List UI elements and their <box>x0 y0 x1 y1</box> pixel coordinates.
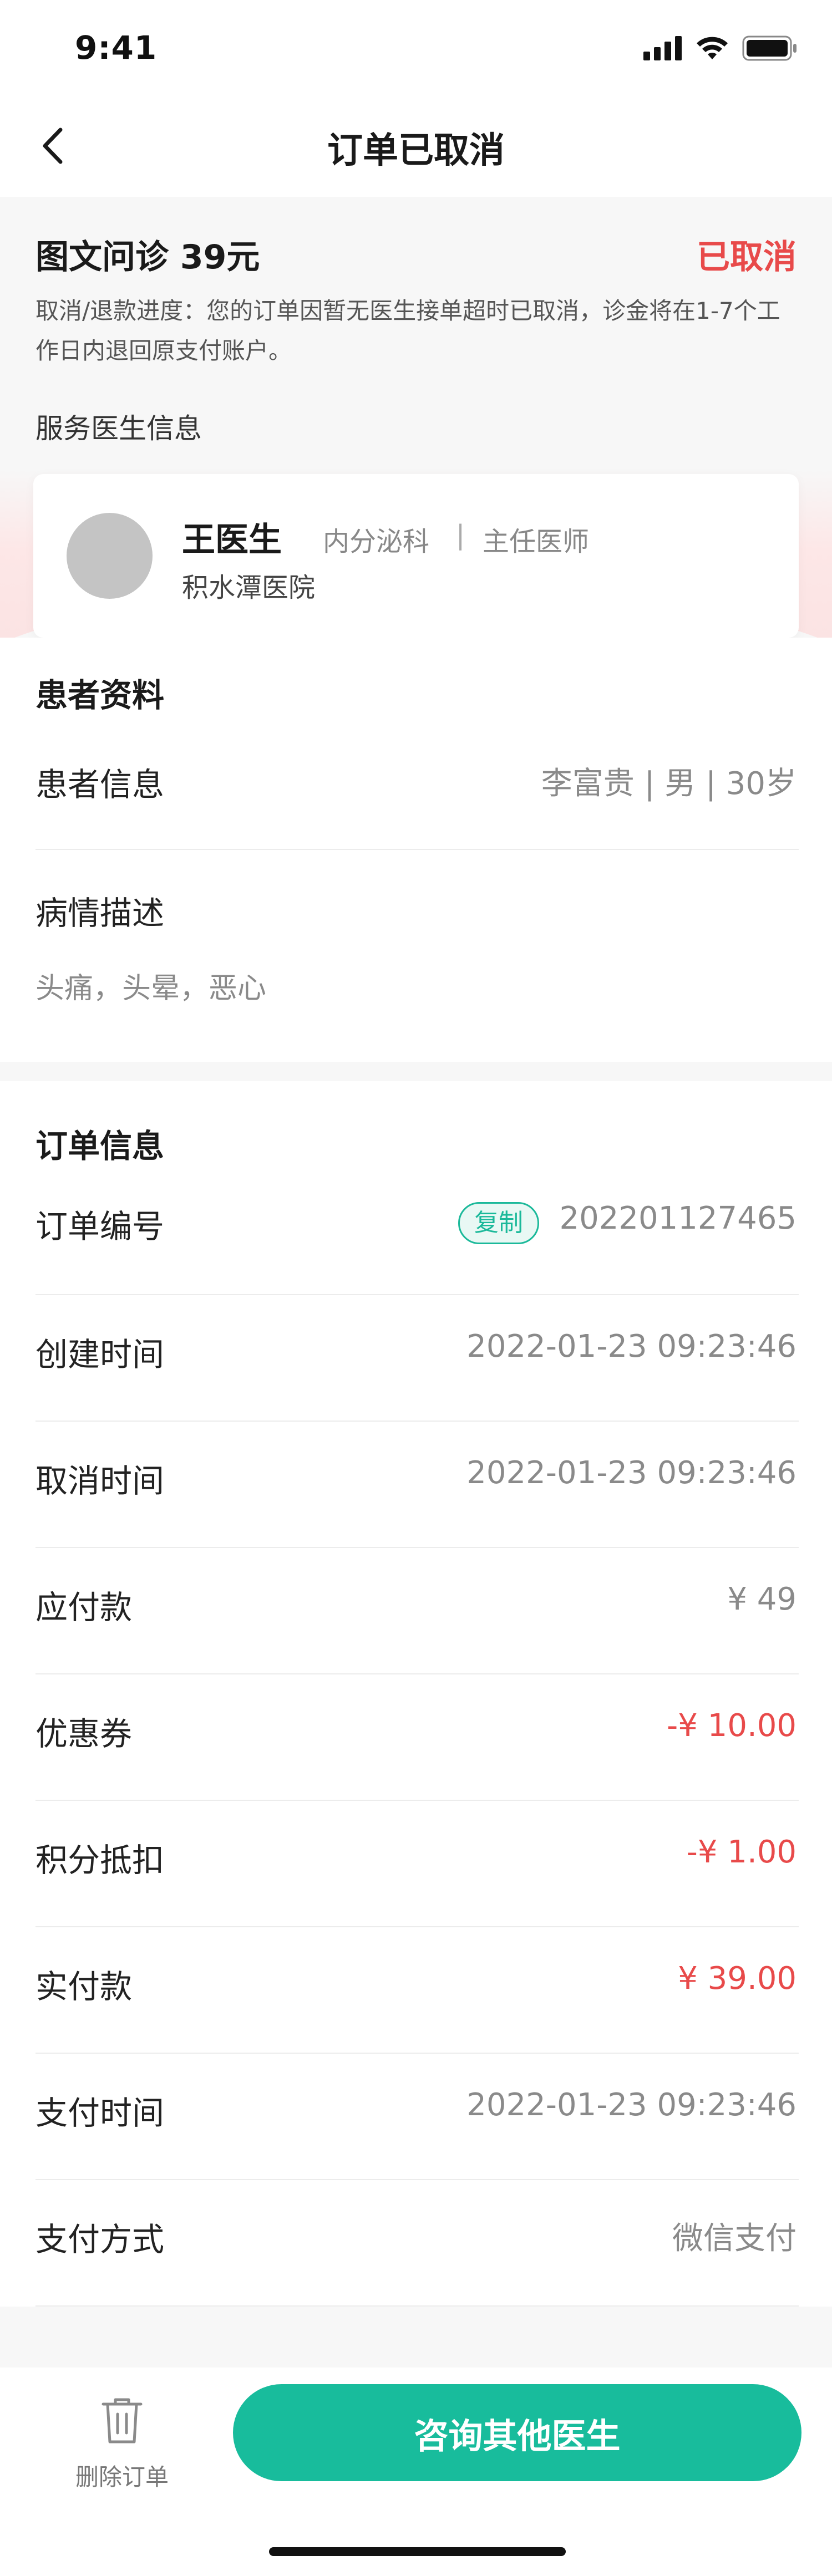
doctor-section-label: 服务医生信息 <box>35 413 202 445</box>
payment-method-label: 支付方式 <box>35 2221 165 2258</box>
cancel-time-value: 2022-01-23 09:23:46 <box>466 1455 797 1491</box>
bottom-action-bar: 删除订单 咨询其他医生 <box>0 2368 832 2576</box>
divider <box>35 2179 799 2180</box>
coupon-label: 优惠券 <box>35 1715 133 1753</box>
avatar <box>67 513 153 599</box>
divider <box>35 1294 799 1295</box>
status-badge: 已取消 <box>697 238 797 277</box>
trash-icon <box>102 2398 143 2443</box>
order-section-title: 订单信息 <box>35 1127 165 1165</box>
divider <box>35 1926 799 1927</box>
doctor-department: 内分泌科 <box>323 526 430 557</box>
amount-due-value: ¥ 49 <box>727 1581 797 1617</box>
status-bar: 9:41 <box>0 0 832 94</box>
section-gap <box>0 1062 832 1081</box>
page-title: 订单已取消 <box>327 130 505 171</box>
patient-section-title: 患者资料 <box>35 676 165 714</box>
status-icons <box>643 34 798 62</box>
created-time-value: 2022-01-23 09:23:46 <box>466 1328 797 1365</box>
doctor-title: 主任医师 <box>483 526 590 557</box>
coupon-value: -¥ 10.00 <box>667 1708 797 1744</box>
amount-due-label: 应付款 <box>35 1589 133 1626</box>
divider <box>35 2053 799 2054</box>
patient-info-value: 李富贵 | 男 | 30岁 <box>541 766 797 802</box>
section-gap <box>0 2307 832 2368</box>
consult-other-doctor-button[interactable]: 咨询其他医生 <box>233 2384 801 2481</box>
divider <box>35 849 799 850</box>
condition-label: 病情描述 <box>35 894 165 932</box>
divider <box>35 1421 799 1422</box>
payment-time-label: 支付时间 <box>35 2094 165 2132</box>
service-title: 图文问诊 39元 <box>35 238 260 277</box>
battery-icon <box>742 35 797 61</box>
doctor-card[interactable]: 王医生 内分泌科 | 主任医师 积水潭医院 <box>33 474 799 638</box>
divider <box>35 1800 799 1801</box>
cellular-signal-icon <box>643 36 682 60</box>
doctor-separator: | <box>456 520 465 551</box>
order-number-value: 202201127465 <box>559 1200 797 1236</box>
home-indicator <box>269 2547 566 2556</box>
amount-paid-label: 实付款 <box>35 1968 133 2005</box>
created-time-label: 创建时间 <box>35 1336 165 1373</box>
points-deduction-value: -¥ 1.00 <box>686 1834 797 1870</box>
payment-time-value: 2022-01-23 09:23:46 <box>466 2087 797 2123</box>
doctor-hospital: 积水潭医院 <box>182 572 316 603</box>
delete-order-label: 删除订单 <box>75 2463 169 2491</box>
order-number-label: 订单编号 <box>35 1208 165 1245</box>
order-info-section: 订单信息 订单编号 复制 202201127465 创建时间 2022-01-2… <box>0 1081 832 2362</box>
patient-info-label: 患者信息 <box>35 766 165 803</box>
nav-bar: 订单已取消 <box>0 94 832 197</box>
divider <box>35 1547 799 1548</box>
wifi-icon <box>697 37 728 59</box>
payment-method-value: 微信支付 <box>672 2221 797 2257</box>
points-deduction-label: 积分抵扣 <box>35 1841 165 1879</box>
status-time: 9:41 <box>75 29 158 67</box>
copy-button[interactable]: 复制 <box>458 1202 539 1244</box>
condition-value: 头痛，头晕，恶心 <box>35 972 267 1005</box>
refund-progress-text: 取消/退款进度：您的订单因暂无医生接单超时已取消，诊金将在1-7个工作日内退回原… <box>35 297 780 364</box>
doctor-name: 王医生 <box>182 521 282 559</box>
cancel-time-label: 取消时间 <box>35 1462 165 1500</box>
divider <box>35 1673 799 1674</box>
patient-section: 患者资料 患者信息 李富贵 | 男 | 30岁 病情描述 头痛，头晕，恶心 <box>0 638 832 1076</box>
delete-order-button[interactable]: 删除订单 <box>61 2390 183 2512</box>
amount-paid-value: ¥ 39.00 <box>678 1961 797 1997</box>
